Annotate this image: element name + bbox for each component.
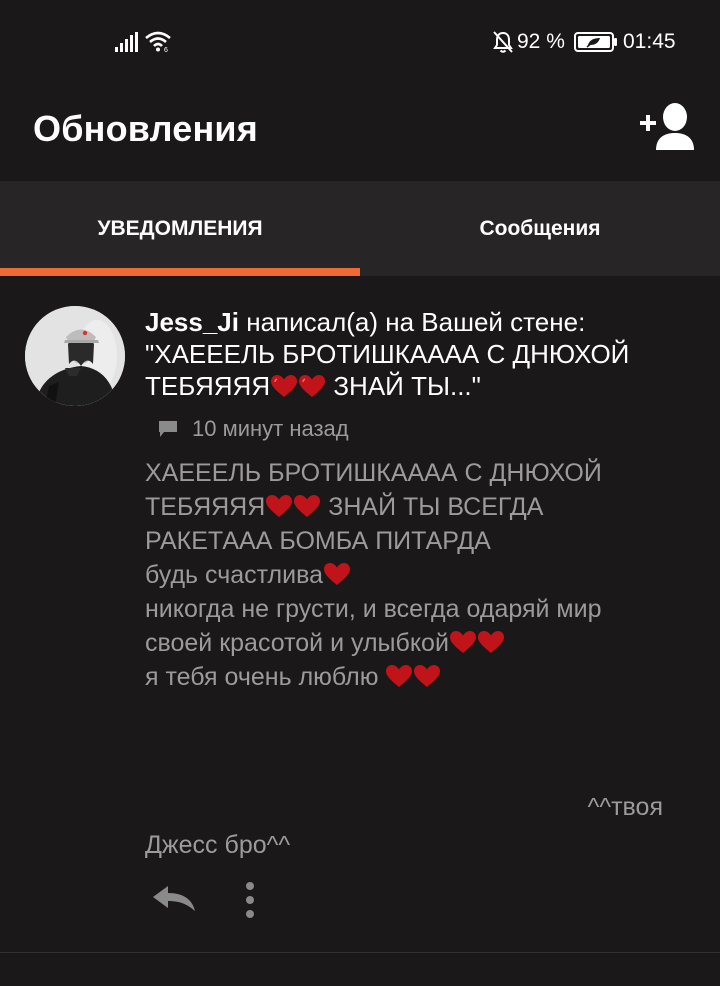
heart-icon [477,631,504,653]
avatar[interactable] [25,306,125,406]
body-line-text: своей красотой и улыбкой [145,629,449,657]
signature-line-1: ^^твоя [587,793,663,821]
message-signature: ^^твоя Джесс бро^^ [145,791,675,861]
body-line: никогда не грусти, и всегда одаряй мир [145,595,602,623]
timestamp: 10 минут назад [192,416,349,441]
active-tab-indicator [0,268,360,276]
body-line-text: я тебя очень люблю [145,663,386,691]
add-person-icon[interactable] [636,100,700,156]
clock: 01:45 [623,30,676,53]
tab-bar: УВЕДОМЛЕНИЯ Сообщения [0,181,720,276]
battery-percent: 92 % [517,30,565,53]
body-line-text: ТЕБЯЯЯЯ [145,493,266,521]
svg-text:6: 6 [164,47,168,52]
body-line: РАКЕТААА БОМБА ПИТАРДА [145,527,491,555]
avatar-image [25,306,125,406]
heart-icon [266,495,293,517]
battery-icon [574,32,617,52]
page-title: Обновления [33,108,258,149]
tab-notifications-label: УВЕДОМЛЕНИЯ [97,216,263,240]
tab-messages-label: Сообщения [479,216,601,240]
heart-icon [414,665,441,687]
heart-icon [324,563,351,585]
signature-line-2: Джесс бро^^ [145,831,291,859]
quote-line-1: "ХАЕЕЕЛЬ БРОТИШКАААА С ДНЮХОЙ [145,339,630,369]
body-line: будь счастлива [145,558,690,592]
status-bar: 6 92 % 01:45 [0,0,720,84]
tab-messages[interactable]: Сообщения [360,181,720,276]
heart-icon [449,631,476,653]
tab-notifications[interactable]: УВЕДОМЛЕНИЯ [0,181,360,276]
body-line: своей красотой и улыбкой [145,626,690,660]
action-text: написал(а) на Вашей стене: [238,307,586,337]
heart-icon [294,495,321,517]
body-line-text: ЗНАЙ ТЫ ВСЕГДА [321,493,544,521]
more-options-icon[interactable] [238,880,262,920]
message-body: ХАЕЕЕЛЬ БРОТИШКАААА С ДНЮХОЙ ТЕБЯЯЯЯ ЗНА… [145,456,690,694]
reply-icon[interactable] [150,882,198,914]
quote-line-2-text: ТЕБЯЯЯЯ [145,371,271,401]
comment-icon [159,421,177,437]
username-link[interactable]: Jess_Ji [145,307,239,337]
app-bar: Обновления [0,84,720,181]
heart-icon [299,375,326,397]
body-line-text: будь счастлива [145,561,324,589]
notification-headline: Jess_Ji написал(а) на Вашей стене: "ХАЕЕ… [145,306,690,402]
body-line: я тебя очень люблю [145,660,690,694]
body-line: ХАЕЕЕЛЬ БРОТИШКАААА С ДНЮХОЙ [145,459,602,487]
wifi-icon: 6 [145,31,171,52]
divider [0,952,720,953]
mute-notifications-icon [493,31,513,53]
signal-icon [115,32,138,52]
meta-row: 10 минут назад [158,414,349,444]
heart-icon [271,375,298,397]
body-line: ТЕБЯЯЯЯ ЗНАЙ ТЫ ВСЕГДА [145,490,690,524]
heart-icon [386,665,413,687]
quote-line-2-end: ЗНАЙ ТЫ..." [326,371,481,401]
notification-item[interactable]: Jess_Ji написал(а) на Вашей стене: "ХАЕЕ… [0,276,720,952]
